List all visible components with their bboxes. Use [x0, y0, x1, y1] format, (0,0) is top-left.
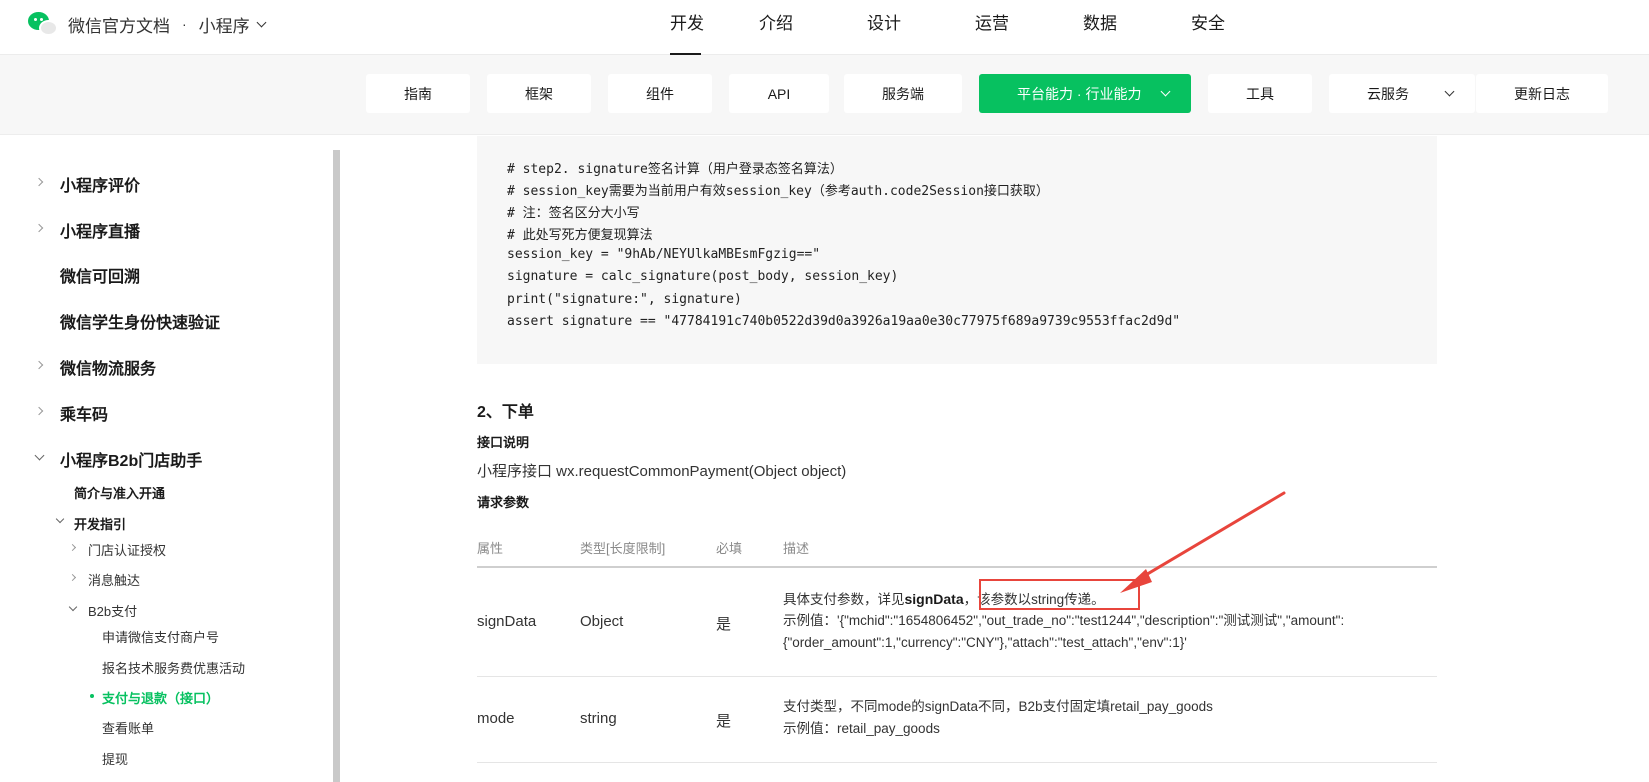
annotation-arrow-icon [1120, 491, 1286, 593]
